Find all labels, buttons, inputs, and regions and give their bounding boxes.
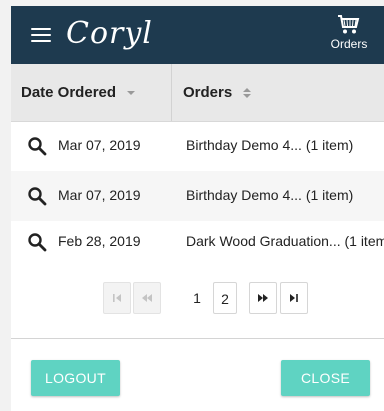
table-row[interactable]: Mar 07, 2019 Birthday Demo 4... (1 item) — [11, 171, 384, 221]
first-page-button[interactable] — [103, 282, 131, 314]
last-page-button[interactable] — [280, 282, 308, 314]
menu-icon[interactable] — [31, 28, 51, 43]
search-icon[interactable] — [27, 232, 47, 252]
column-header-date-ordered[interactable]: Date Ordered — [21, 64, 171, 121]
search-icon[interactable] — [27, 186, 47, 206]
search-icon[interactable] — [27, 136, 47, 156]
order-date: Feb 28, 2019 — [58, 233, 141, 249]
order-description: Birthday Demo 4... (1 item) — [186, 187, 354, 203]
column-label: Orders — [183, 84, 233, 101]
page-2[interactable]: 2 — [213, 282, 237, 314]
order-date: Mar 07, 2019 — [58, 187, 141, 203]
sort-desc-icon — [127, 91, 136, 96]
table-header: Date Ordered Orders — [11, 64, 384, 122]
column-label: Date Ordered — [21, 84, 117, 101]
order-description: Birthday Demo 4... (1 item) — [186, 137, 354, 153]
first-page-icon — [113, 294, 121, 302]
next-page-button[interactable] — [249, 282, 277, 314]
logo: Coryl — [66, 16, 153, 51]
table-row[interactable]: Feb 28, 2019 Dark Wood Graduation... (1 … — [11, 217, 384, 267]
rewind-icon — [142, 294, 152, 302]
previous-page-button[interactable] — [133, 282, 161, 314]
table-row[interactable]: Mar 07, 2019 Birthday Demo 4... (1 item) — [11, 121, 384, 171]
column-divider — [171, 64, 172, 121]
logout-button[interactable]: LOGOUT — [31, 360, 120, 396]
orders-label: Orders — [330, 37, 368, 51]
last-page-icon — [290, 294, 298, 302]
sort-icon — [243, 88, 252, 99]
order-description: Dark Wood Graduation... (1 item) — [186, 233, 384, 249]
shopping-cart-icon — [338, 15, 360, 34]
close-button[interactable]: CLOSE — [281, 360, 370, 396]
column-header-orders[interactable]: Orders — [183, 64, 383, 121]
order-date: Mar 07, 2019 — [58, 137, 141, 153]
footer: LOGOUT CLOSE — [11, 338, 384, 411]
orders-button[interactable]: Orders — [329, 14, 369, 60]
page-1[interactable]: 1 — [189, 282, 205, 314]
orders-panel: Coryl Orders Date Ordered Orders Mar 07,… — [11, 6, 384, 411]
fast-forward-icon — [258, 294, 268, 302]
top-bar: Coryl Orders — [11, 6, 384, 64]
